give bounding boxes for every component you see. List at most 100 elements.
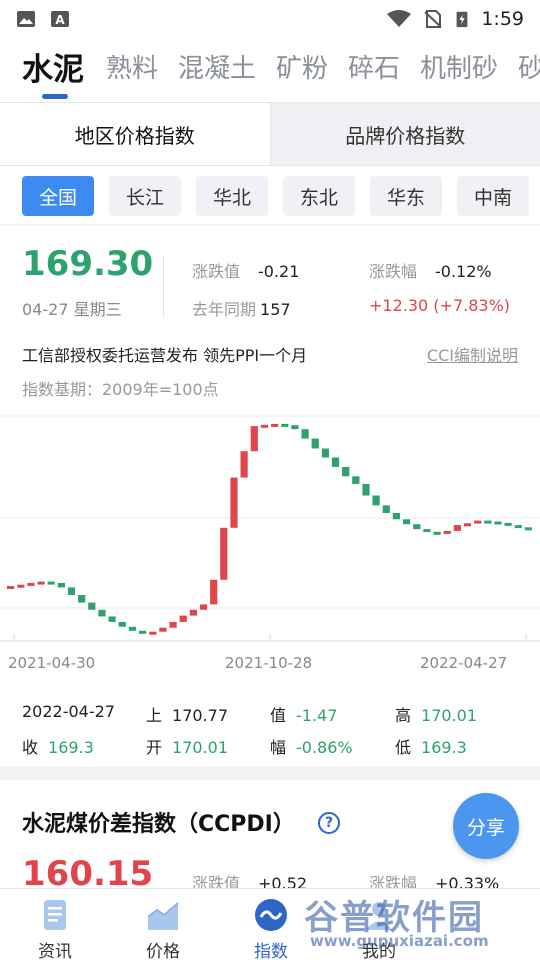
change-pct-stat: 涨跌幅 -0.12% (369, 262, 492, 281)
candlestick-chart[interactable] (0, 406, 540, 676)
no-sim-icon (424, 10, 443, 28)
candle (240, 451, 248, 478)
region-chip-national[interactable]: 全国 (22, 176, 94, 216)
nav-index[interactable]: 指数 (231, 897, 311, 960)
candle (118, 621, 126, 627)
candle (210, 579, 218, 605)
candle (98, 609, 106, 617)
candle (47, 581, 55, 585)
candle (139, 630, 147, 634)
pct-stat: 幅 -0.86% (270, 738, 353, 757)
index-base-note: 指数基期：2009年=100点 (22, 380, 219, 399)
candle (67, 587, 76, 595)
candle (37, 581, 45, 585)
prev-close-stat: 上 170.77 (146, 706, 228, 725)
tab-machine-sand[interactable]: 机制砂 (420, 48, 498, 85)
tab-clinker[interactable]: 熟料 (106, 48, 158, 85)
tab-cement[interactable]: 水泥 (22, 44, 84, 89)
price-index-card: 169.30 04-27 星期三 涨跌值 -0.21 涨跌幅 -0.12% 去年同期… (0, 226, 540, 766)
candle (169, 621, 177, 628)
candle (392, 513, 400, 520)
region-chip-changjiang[interactable]: 长江 (109, 176, 181, 216)
candle (17, 584, 25, 588)
change-stat: 值 -1.47 (270, 706, 338, 725)
high-stat: 高 170.01 (395, 706, 477, 725)
index-price: 169.30 (22, 244, 154, 284)
svg-text:A: A (55, 13, 65, 27)
index-type-tabs: 地区价格指数 品牌价格指数 (0, 102, 540, 166)
candle (260, 424, 268, 428)
watermark: 谷普软件园 www.gupuxiazai.com (304, 898, 489, 950)
tab-region-index[interactable]: 地区价格指数 (0, 103, 271, 165)
tab-brand-index[interactable]: 品牌价格指数 (271, 103, 540, 165)
stats-row: 2022-04-27 上 170.77 值 -1.47 高 170.01 (22, 702, 522, 734)
candle (230, 477, 238, 528)
low-stat: 低 169.3 (395, 738, 467, 757)
x-tick-label: 2021-10-28 (225, 654, 313, 672)
yoy-diff: +12.30 (+7.83%) (369, 296, 511, 315)
region-chip-huabei[interactable]: 华北 (196, 176, 268, 216)
nav-news[interactable]: 资讯 (15, 897, 95, 960)
stats-row: 收 169.3 开 170.01 幅 -0.86% 低 169.3 (22, 734, 522, 766)
close-stat: 收 169.3 (22, 738, 94, 757)
candle (88, 602, 96, 610)
candle (514, 525, 522, 529)
change-value-stat: 涨跌值 -0.21 (192, 262, 300, 281)
candle (250, 426, 258, 452)
tab-slag-powder[interactable]: 矿粉 (276, 48, 328, 85)
candle (372, 495, 380, 506)
candle (311, 438, 319, 449)
candle (189, 609, 197, 616)
candle (443, 530, 451, 534)
battery-charging-icon (456, 11, 468, 28)
news-document-icon (44, 900, 66, 930)
region-filter: 全国 长江 华北 东北 华东 中南 (0, 166, 540, 224)
candle (78, 595, 86, 603)
open-stat: 开 170.01 (146, 738, 228, 757)
candle (403, 519, 411, 525)
nav-price[interactable]: 价格 (123, 897, 203, 960)
candle (108, 616, 116, 622)
index-wave-icon (255, 899, 287, 931)
region-chip-dongbei[interactable]: 东北 (283, 176, 355, 216)
stats-date: 2022-04-27 (22, 702, 115, 721)
tab-concrete[interactable]: 混凝土 (178, 48, 256, 85)
price-chart-icon (147, 902, 179, 930)
candle (504, 522, 512, 526)
candle (291, 425, 299, 430)
candle (271, 423, 279, 427)
candle (220, 527, 228, 580)
wifi-icon (387, 10, 412, 27)
tab-sand[interactable]: 砂 (518, 48, 540, 85)
candle (382, 505, 390, 513)
ccpdi-title: 水泥煤价差指数（CCPDI） (22, 812, 295, 837)
help-icon[interactable]: ? (318, 812, 340, 834)
candle (463, 523, 472, 527)
divider (163, 256, 164, 318)
candle (149, 631, 157, 635)
candle (7, 586, 15, 589)
status-time: 1:59 (481, 8, 524, 30)
image-notification-icon (17, 11, 35, 27)
candle (301, 429, 309, 439)
region-chip-zhongnan[interactable]: 中南 (457, 176, 529, 216)
candle (57, 582, 65, 588)
news-headline[interactable]: 工信部授权委托运营发布 领先PPI一个月 (22, 342, 307, 366)
candle (433, 531, 441, 535)
font-notification-icon: A (51, 11, 69, 27)
x-tick-label: 2022-04-27 (420, 654, 508, 672)
candle (484, 520, 492, 524)
candle (524, 527, 532, 531)
cci-explanation-link[interactable]: CCI编制说明 (427, 342, 518, 366)
candle (453, 525, 461, 531)
yoy-stat: 去年同期 157 (192, 300, 291, 319)
tab-gravel[interactable]: 碎石 (348, 48, 400, 85)
region-chip-huadong[interactable]: 华东 (370, 176, 442, 216)
candle (413, 524, 421, 530)
ohlc-stats: 2022-04-27 上 170.77 值 -1.47 高 170.01 收 169.3… (22, 702, 522, 766)
candle (362, 483, 370, 496)
candle (342, 466, 350, 477)
share-button[interactable]: 分享 (453, 793, 519, 859)
candle (423, 529, 431, 533)
active-tab-indicator (42, 94, 68, 99)
